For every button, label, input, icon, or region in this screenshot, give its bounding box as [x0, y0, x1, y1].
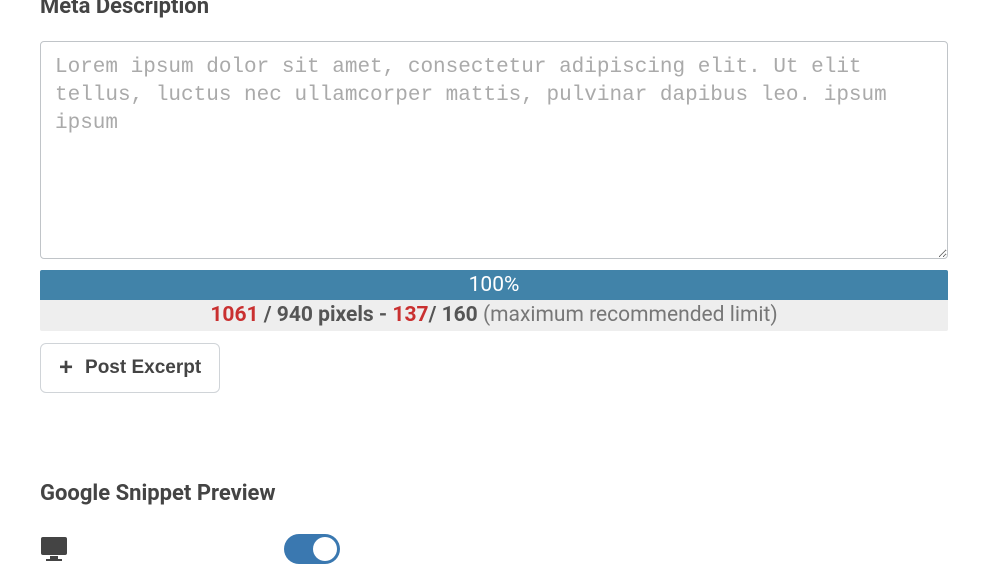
chars-max: 160 — [442, 303, 478, 327]
meta-description-heading: Meta Description — [40, 0, 948, 19]
google-snippet-preview-heading: Google Snippet Preview — [40, 481, 948, 506]
stats-dash: - — [374, 303, 393, 327]
preview-toggle[interactable] — [284, 534, 340, 564]
chars-current: 137 — [392, 303, 428, 327]
post-excerpt-button[interactable]: + Post Excerpt — [40, 343, 220, 393]
progress-bar: 100% — [40, 270, 948, 300]
stats-line: 1061 / 940 pixels - 137/ 160 (maximum re… — [40, 300, 948, 331]
preview-toggle-row — [40, 534, 948, 564]
meta-description-textarea[interactable] — [40, 41, 948, 259]
toggle-knob — [313, 537, 337, 561]
post-excerpt-label: Post Excerpt — [85, 357, 201, 379]
desktop-icon — [40, 537, 68, 561]
meta-description-wrap — [40, 41, 948, 263]
plus-icon: + — [59, 356, 73, 380]
pixels-current: 1061 — [210, 303, 258, 327]
chars-slash: / — [429, 303, 442, 327]
stats-paren: (maximum recommended limit) — [478, 303, 778, 327]
pixels-slash: / — [259, 303, 277, 327]
pixels-max: 940 pixels — [277, 303, 374, 327]
